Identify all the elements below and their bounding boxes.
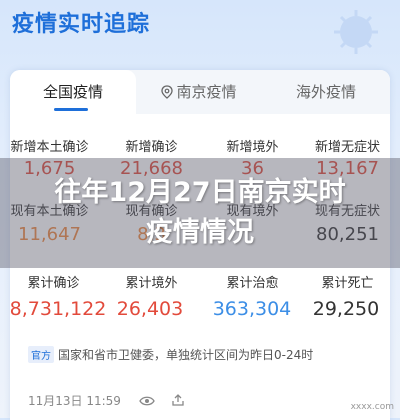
official-badge: 官方 (28, 346, 54, 363)
post-footer: 11月13日 11:59 (28, 392, 185, 409)
share-icon[interactable] (171, 393, 185, 407)
total-value: 26,403 (116, 298, 184, 320)
total-label: 累计确诊 (27, 276, 80, 291)
post-date: 11月13日 11:59 (28, 394, 121, 408)
total-value: 29,250 (312, 298, 380, 320)
total-label: 累计境外 (125, 276, 178, 291)
total-value: 8,731,122 (9, 298, 107, 320)
tab-overseas[interactable]: 海外疫情 (262, 70, 390, 114)
stat-label: 新增确诊 (125, 140, 178, 155)
total-label: 累计治愈 (226, 276, 279, 291)
stat-label: 新增本土确诊 (10, 140, 89, 155)
stat-label: 新增无症状 (314, 140, 380, 155)
virus-icon (334, 10, 378, 54)
page-title: 疫情实时追踪 (12, 12, 151, 37)
total-value: 363,304 (212, 298, 292, 320)
source-text: 国家和省市卫健委，单独统计区间为昨日0-24时 (58, 348, 314, 362)
overlay-title-line1: 往年12月27日南京实时 (54, 177, 346, 208)
location-pin-icon (161, 85, 174, 99)
data-source: 官方 国家和省市卫健委，单独统计区间为昨日0-24时 (28, 346, 313, 363)
tab-nanjing[interactable]: 南京疫情 (136, 70, 262, 114)
overlay-title-line2: 疫情情况 (146, 217, 254, 248)
tab-nanjing-label: 南京疫情 (176, 83, 237, 101)
total-label: 累计死亡 (321, 276, 374, 291)
stat-label: 新增境外 (226, 140, 279, 155)
active-tab-indicator (54, 108, 88, 111)
tab-national-label: 全国疫情 (42, 83, 103, 101)
eye-icon[interactable] (139, 395, 155, 407)
region-tabs: 全国疫情 南京疫情 海外疫情 (10, 70, 390, 114)
watermark: xxxx.com (350, 402, 394, 412)
tab-overseas-label: 海外疫情 (295, 83, 356, 101)
